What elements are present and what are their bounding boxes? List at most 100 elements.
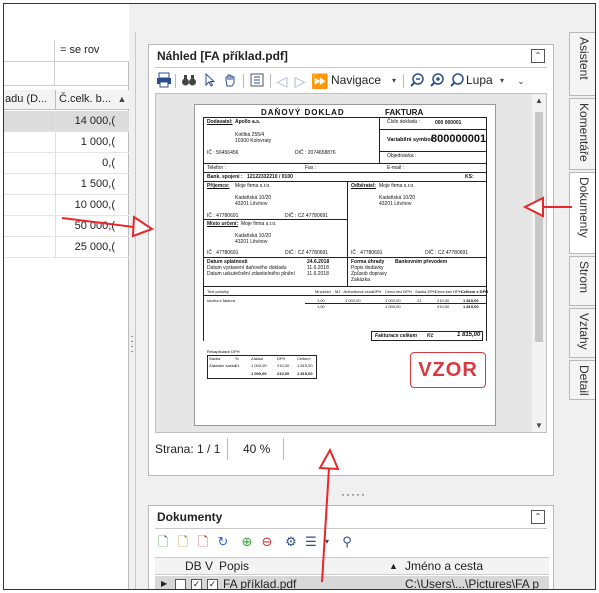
sort-up-icon[interactable]: ▲ [389, 561, 398, 571]
ks-label: KS: [465, 174, 474, 180]
text-select-icon[interactable] [248, 72, 266, 90]
col-header-db[interactable]: DB [185, 559, 202, 573]
select-cursor-icon[interactable] [201, 72, 219, 90]
cell-total: 25 000,( [74, 241, 115, 253]
cell-total: 50 000,( [74, 220, 115, 232]
table-row[interactable]: 10 000,( [4, 195, 129, 216]
table-row[interactable]: 1 500,( [4, 174, 129, 195]
items-col-net2: Cena bez DPH [435, 289, 462, 294]
db-checkbox[interactable]: ✓ [191, 579, 202, 589]
invoice-type: FAKTURA [385, 108, 424, 117]
recipient-label: Příjemce: [207, 183, 230, 189]
tab-detail[interactable]: Detail [569, 360, 595, 400]
collapse-icon[interactable]: ⌃ [531, 510, 545, 524]
chevron-down-icon[interactable]: ▾ [319, 534, 335, 550]
plus-circle-icon[interactable]: ⊕ [239, 534, 255, 550]
sum-qty: 1,00 [317, 304, 325, 309]
edit-document-icon[interactable]: 🗋 [175, 534, 191, 550]
zoom-out-icon[interactable] [408, 72, 426, 90]
page-indicator: Strana: 1 / 1 [155, 442, 221, 456]
list-view-icon[interactable]: ☰ [303, 534, 319, 550]
delete-document-icon[interactable]: 🗋 [195, 534, 211, 550]
taxable-value: 11.6.2018 [307, 271, 329, 277]
scroll-down-icon[interactable]: ▼ [532, 421, 546, 430]
row-select-checkbox[interactable] [175, 579, 186, 589]
next-page-icon[interactable]: ▷ [293, 72, 307, 90]
tab-strom[interactable]: Strom [569, 256, 595, 306]
vat-head-base: Základ [251, 356, 264, 361]
table-row[interactable]: 25 000,( [4, 237, 129, 258]
scroll-up-icon[interactable]: ▲ [115, 90, 129, 110]
items-col-rate: Sazba DPH [415, 289, 436, 294]
cell-total: 1 000,( [80, 136, 115, 148]
app-window: = se rov adu (D... Č.celk. b... ▲ 14 000… [3, 3, 596, 590]
row-expand-icon[interactable]: ▶ [161, 579, 167, 588]
scroll-up-icon[interactable]: ▲ [532, 96, 546, 105]
magnifier-icon[interactable] [448, 72, 466, 90]
contract-label: Zakázka [351, 277, 370, 283]
find-binoculars-icon[interactable] [180, 72, 198, 90]
col-header-popis[interactable]: Popis [219, 559, 249, 573]
col-header-path[interactable]: Jméno a cesta [405, 559, 483, 573]
tab-asistent[interactable]: Asistent [569, 32, 595, 96]
vat-sum-total: 1 815,00 [297, 371, 313, 376]
left-top-strip [4, 4, 129, 40]
tab-vztahy[interactable]: Vztahy [569, 308, 595, 358]
overflow-chevron-icon[interactable]: ⌄ [515, 72, 527, 90]
items-col-text: Text položky [207, 289, 230, 294]
fax-label: Fax : [305, 165, 317, 171]
previous-page-icon[interactable]: ◁ [275, 72, 289, 90]
search-icon[interactable]: ⚲ [339, 534, 355, 550]
total-value: 1 815,00 [457, 332, 481, 338]
zoom-menu[interactable]: Lupa [466, 73, 493, 87]
documents-panel: Dokumenty ⌃ 🗋 🗋 🗋 ↻ ⊕ ⊖ ⚙ ☰ ▾ ⚲ DB V Pop… [148, 505, 554, 589]
cell-total: 14 000,( [74, 115, 115, 127]
vat-row1-base: 1 000,00 [251, 363, 267, 368]
filter-op-col1[interactable] [4, 40, 55, 62]
table-row[interactable]: ▶ ✓ ✓ FA příklad.pdf C:\Users\...\Pictur… [155, 576, 549, 589]
doc-number: 000 000001 [435, 120, 462, 126]
taxable-label: Datum uskutečnění zdanitelného plnění [207, 271, 295, 277]
tab-komentare[interactable]: Komentáře [569, 98, 595, 170]
supplier-name: Apollo a.s. [235, 119, 261, 125]
column-header-total[interactable]: Č.celk. b... [57, 90, 115, 110]
refresh-icon[interactable]: ↻ [215, 534, 231, 550]
right-side-tabs: Asistent Komentáře Dokumenty Strom Vztah… [569, 32, 595, 400]
document-scrollbar[interactable]: ▲ ▼ [532, 94, 546, 432]
cell-total: 10 000,( [74, 199, 115, 211]
total-label: Fakturace celkem [375, 333, 417, 339]
vat-row1-vat: 210,00 [277, 363, 290, 368]
filter-op-col2[interactable]: = se rov [56, 40, 129, 62]
recipient-name: Moje firma s.r.o. [235, 183, 271, 189]
print-icon[interactable] [155, 72, 173, 90]
preview-toolbar: ◁ ▷ ⏩ Navigace ▾ Lupa ▾ ⌄ [153, 71, 549, 91]
table-row[interactable]: 50 000,( [4, 216, 129, 237]
supplier-city: 10300 Kolovraty [235, 138, 272, 144]
navigation-menu[interactable]: Navigace [331, 73, 381, 87]
table-row[interactable]: 1 000,( [4, 132, 129, 153]
watermark-vzor: VZOR [410, 352, 486, 388]
chevron-down-icon[interactable]: ▾ [497, 72, 507, 90]
table-row[interactable]: 14 000,( [4, 111, 129, 132]
tab-dokumenty[interactable]: Dokumenty [569, 172, 595, 254]
hand-pan-icon[interactable] [221, 72, 239, 90]
zoom-in-icon[interactable] [428, 72, 446, 90]
preview-pane: Náhled [FA příklad.pdf] ⌃ ◁ ▷ ⏩ Navigace… [135, 32, 565, 589]
v-checkbox[interactable]: ✓ [207, 579, 218, 589]
minus-circle-icon[interactable]: ⊖ [259, 534, 275, 550]
column-header-date[interactable]: adu (D... [4, 90, 56, 110]
filter-cell-col1[interactable] [4, 62, 55, 86]
scrollbar-thumb[interactable] [535, 112, 543, 342]
collapse-icon[interactable]: ⌃ [531, 49, 545, 63]
chevron-down-icon[interactable]: ▾ [389, 72, 399, 90]
horizontal-splitter-handle[interactable]: ····· [341, 487, 366, 501]
bank-label: Bank. spojení : [207, 174, 243, 180]
table-row[interactable]: 0,( [4, 153, 129, 174]
phone-label: Telefon : [207, 165, 226, 171]
settings-gear-icon[interactable]: ⚙ [283, 534, 299, 550]
document-viewer[interactable]: DAŇOVÝ DOKLAD FAKTURA Dodavatel: Apollo … [155, 93, 547, 433]
col-header-v[interactable]: V [205, 559, 213, 573]
add-document-icon[interactable]: 🗋 [155, 534, 171, 550]
last-page-icon[interactable]: ⏩ [311, 72, 329, 90]
grid-filter-operators: = se rov [4, 40, 129, 62]
